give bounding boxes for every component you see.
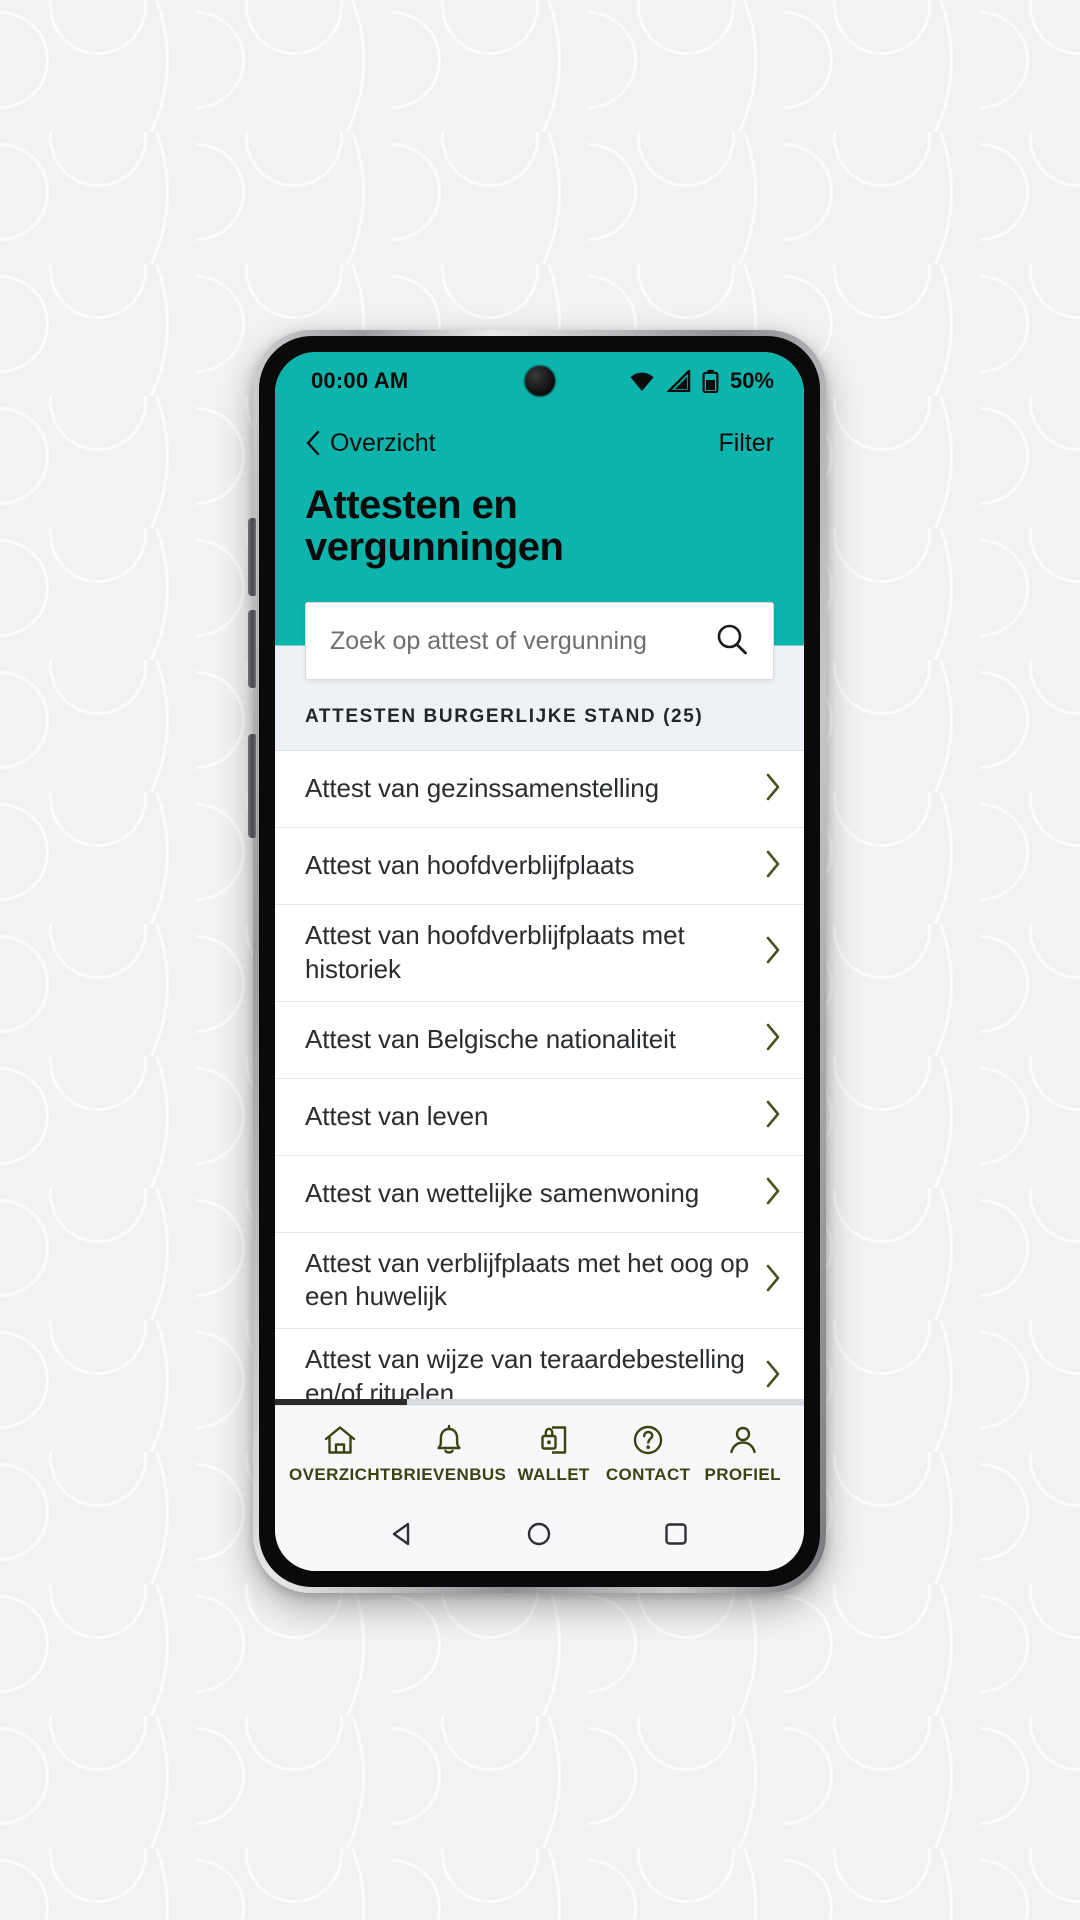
- section-header: ATTESTEN BURGERLIJKE STAND (25): [275, 680, 804, 751]
- tab-wallet[interactable]: WALLET: [506, 1424, 601, 1485]
- certificates-list[interactable]: Attest van gezinssamenstelling Attest van…: [275, 751, 804, 1405]
- home-icon: [323, 1424, 357, 1456]
- search-zone: [275, 602, 804, 680]
- search-input[interactable]: [330, 626, 705, 656]
- tab-wallet-label: WALLET: [517, 1465, 590, 1484]
- android-navigation-bar: [275, 1497, 804, 1571]
- list-item-label: Attest van wijze van teraardebestelling …: [305, 1344, 745, 1405]
- list-item-label: Attest van gezinssamenstelling: [305, 773, 659, 804]
- list-item-label: Attest van hoofdverblijfplaats met histo…: [305, 920, 685, 984]
- chevron-right-icon: [764, 1359, 782, 1394]
- tab-profiel[interactable]: PROFIEL: [695, 1424, 790, 1485]
- list-item-label: Attest van leven: [305, 1100, 489, 1131]
- tab-overzicht-label: OVERZICHT: [289, 1465, 391, 1484]
- header-nav-row: Overzicht Filter: [305, 418, 774, 468]
- list-item-label: Attest van Belgische nationaliteit: [305, 1023, 676, 1054]
- status-bar-icons: 50%: [628, 368, 774, 394]
- list-item-label: Attest van wettelijke samenwoning: [305, 1177, 700, 1208]
- scroll-indicator-thumb[interactable]: [275, 1399, 408, 1405]
- bell-icon: [434, 1424, 464, 1456]
- volume-up-button[interactable]: [248, 518, 256, 596]
- wifi-icon: [628, 370, 656, 392]
- chevron-right-icon: [764, 1263, 782, 1298]
- tab-brievenbus[interactable]: BRIEVENBUS: [391, 1424, 506, 1485]
- recents-square-icon[interactable]: [662, 1520, 690, 1548]
- wallet-lock-icon: [539, 1424, 569, 1456]
- list-item[interactable]: Attest van Belgische nationaliteit: [275, 1001, 804, 1079]
- scroll-indicator[interactable]: [275, 1399, 804, 1405]
- phone-screen: 00:00 AM 50% Overzicht Filter Attesten e…: [275, 352, 804, 1571]
- tab-profiel-label: PROFIEL: [704, 1465, 781, 1484]
- question-circle-icon: [632, 1424, 664, 1456]
- chevron-right-icon: [764, 849, 782, 884]
- back-button-label: Overzicht: [330, 428, 436, 457]
- battery-percent-label: 50%: [729, 368, 774, 393]
- camera-punch-hole: [524, 366, 555, 396]
- chevron-right-icon: [764, 1022, 782, 1057]
- battery-icon: [702, 369, 719, 393]
- person-icon: [727, 1424, 759, 1456]
- list-item[interactable]: Attest van hoofdverblijfplaats met histo…: [275, 905, 804, 1002]
- tab-brievenbus-label: BRIEVENBUS: [390, 1465, 507, 1484]
- list-item[interactable]: Attest van verblijfplaats met het oog op…: [275, 1232, 804, 1330]
- chevron-left-icon: [305, 430, 321, 456]
- phone-frame: 00:00 AM 50% Overzicht Filter Attesten e…: [248, 330, 826, 1593]
- chevron-right-icon: [764, 1099, 782, 1134]
- list-item[interactable]: Attest van wettelijke samenwoning: [275, 1155, 804, 1233]
- list-item-label: Attest van hoofdverblijfplaats: [305, 850, 635, 881]
- home-circle-icon[interactable]: [525, 1520, 553, 1548]
- status-bar: 00:00 AM 50%: [275, 352, 804, 410]
- list-item[interactable]: Attest van leven: [275, 1078, 804, 1156]
- list-item[interactable]: Attest van wijze van teraardebestelling …: [275, 1329, 804, 1405]
- chevron-right-icon: [764, 935, 782, 970]
- chevron-right-icon: [764, 1176, 782, 1211]
- cellular-signal-icon: [666, 370, 691, 392]
- list-item[interactable]: Attest van hoofdverblijfplaats: [275, 828, 804, 905]
- volume-down-button[interactable]: [248, 610, 256, 688]
- filter-button[interactable]: Filter: [718, 429, 774, 458]
- tab-contact[interactable]: CONTACT: [601, 1424, 696, 1485]
- back-button[interactable]: Overzicht: [305, 429, 436, 458]
- back-triangle-icon[interactable]: [389, 1520, 417, 1548]
- chevron-right-icon: [764, 772, 782, 807]
- tab-contact-label: CONTACT: [605, 1465, 691, 1484]
- list-item-label: Attest van verblijfplaats met het oog op…: [305, 1247, 750, 1312]
- search-icon[interactable]: [715, 622, 749, 661]
- bottom-tab-bar: OVERZICHT BRIEVENBUS WALLET CONTACT PROF…: [275, 1405, 804, 1497]
- tab-overzicht[interactable]: OVERZICHT: [289, 1424, 391, 1485]
- phone-frame-inner: 00:00 AM 50% Overzicht Filter Attesten e…: [259, 336, 820, 1587]
- power-button[interactable]: [248, 734, 256, 838]
- status-bar-time: 00:00 AM: [311, 368, 409, 393]
- page-header: Overzicht Filter Attesten en vergunninge…: [275, 410, 804, 602]
- search-box[interactable]: [305, 602, 774, 680]
- page-title: Attesten en vergunningen: [305, 483, 564, 569]
- list-item[interactable]: Attest van gezinssamenstelling: [275, 751, 804, 828]
